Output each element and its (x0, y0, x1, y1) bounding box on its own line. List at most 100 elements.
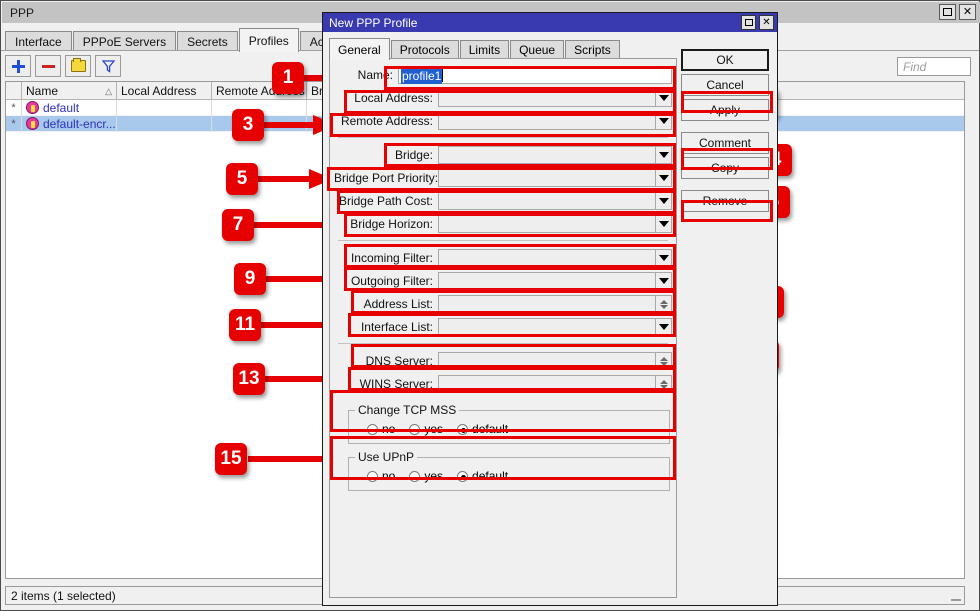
search-input[interactable]: Find (897, 57, 971, 76)
radio-icon-selected (457, 470, 469, 482)
tcp-mss-radio-no[interactable]: no (367, 422, 395, 436)
upnp-yes-label: yes (424, 469, 444, 483)
chevron-down-icon (658, 95, 669, 101)
tab-profiles[interactable]: Profiles (238, 28, 299, 52)
bridge-horizon-input[interactable] (438, 215, 655, 233)
bridge-path-cost-dropdown-button[interactable] (655, 192, 672, 210)
new-ppp-profile-dialog: New PPP Profile ✕ General Protocols Limi… (322, 12, 778, 606)
row-local-address (117, 115, 212, 132)
upnp-default-label: default (472, 469, 509, 483)
incoming-filter-input[interactable] (438, 249, 655, 267)
search-placeholder: Find (903, 59, 927, 74)
dialog-titlebar: New PPP Profile ✕ (323, 13, 777, 32)
chevron-down-icon (658, 255, 669, 261)
copy-button[interactable]: Copy (681, 157, 769, 179)
filter-button[interactable] (95, 55, 121, 77)
chevron-up-icon (659, 379, 668, 384)
use-upnp-group: Use UPnP no yes default (348, 450, 670, 491)
maximize-icon[interactable] (741, 15, 756, 30)
field-row-address-list: Address List: (334, 294, 672, 314)
tcp-mss-radio-default[interactable]: default (457, 422, 508, 436)
address-list-input[interactable] (438, 295, 655, 313)
close-icon[interactable]: ✕ (759, 15, 774, 30)
chevron-down-icon (659, 304, 668, 309)
resize-grip[interactable] (951, 599, 961, 601)
callout-badge-9: 9 (234, 263, 266, 295)
outgoing-filter-dropdown-button[interactable] (655, 272, 672, 290)
tab-limits[interactable]: Limits (459, 40, 510, 59)
add-button[interactable] (5, 55, 31, 77)
status-text: 2 items (1 selected) (11, 588, 116, 603)
tcp-mss-radio-yes[interactable]: yes (409, 422, 443, 436)
upnp-radio-default[interactable]: default (457, 469, 508, 483)
outgoing-filter-input[interactable] (438, 272, 655, 290)
ppp-window-controls: ✕ (939, 4, 976, 20)
close-icon[interactable]: ✕ (959, 4, 976, 20)
chevron-down-icon (659, 384, 668, 389)
name-input[interactable]: profile1 (398, 66, 672, 84)
incoming-filter-label: Incoming Filter: (350, 251, 433, 265)
wins-server-stepper[interactable] (655, 375, 672, 393)
upnp-no-label: no (382, 469, 396, 483)
divider (338, 137, 668, 138)
remote-address-input[interactable] (438, 112, 655, 130)
maximize-icon[interactable] (939, 4, 956, 20)
wins-server-input[interactable] (438, 375, 655, 393)
tab-scripts[interactable]: Scripts (565, 40, 620, 59)
row-local-address (117, 99, 212, 116)
change-tcp-mss-legend: Change TCP MSS (358, 403, 457, 417)
row-flag: * (6, 99, 22, 116)
interface-list-input[interactable] (438, 318, 655, 336)
bridge-port-priority-dropdown-button[interactable] (655, 169, 672, 187)
ok-button[interactable]: OK (681, 49, 769, 71)
enable-button[interactable] (65, 55, 91, 77)
local-address-input[interactable] (438, 89, 655, 107)
column-name[interactable]: Name △ (22, 82, 117, 99)
local-address-dropdown-button[interactable] (655, 89, 672, 107)
upnp-radio-yes[interactable]: yes (409, 469, 443, 483)
bridge-port-priority-input[interactable] (438, 169, 655, 187)
tab-protocols[interactable]: Protocols (390, 40, 459, 59)
incoming-filter-dropdown-button[interactable] (655, 249, 672, 267)
filter-icon (101, 59, 115, 73)
sort-ascending-icon: △ (105, 86, 112, 96)
tcp-mss-no-label: no (382, 422, 396, 436)
remote-address-dropdown-button[interactable] (655, 112, 672, 130)
dns-server-input[interactable] (438, 352, 655, 370)
dns-server-stepper[interactable] (655, 352, 672, 370)
minus-icon (41, 64, 55, 68)
radio-icon (409, 423, 421, 435)
tab-interface[interactable]: Interface (5, 31, 72, 51)
chevron-up-icon (659, 299, 668, 304)
tab-secrets[interactable]: Secrets (177, 31, 238, 51)
tab-general[interactable]: General (329, 38, 390, 60)
tab-queue[interactable]: Queue (510, 40, 565, 59)
chevron-down-icon (658, 118, 669, 124)
field-row-dns-server: DNS Server: (334, 351, 672, 371)
bridge-input[interactable] (438, 146, 655, 164)
column-flag[interactable] (6, 82, 22, 99)
comment-button[interactable]: Comment (681, 132, 769, 154)
ppp-window-title: PPP (10, 5, 35, 20)
callout-badge-3: 3 (232, 109, 264, 141)
cancel-button[interactable]: Cancel (681, 74, 769, 96)
bridge-path-cost-input[interactable] (438, 192, 655, 210)
outgoing-filter-label: Outgoing Filter: (350, 274, 433, 288)
bridge-horizon-dropdown-button[interactable] (655, 215, 672, 233)
callout-badge-11: 11 (229, 309, 261, 341)
remove-button[interactable]: Remove (681, 190, 769, 212)
remove-button[interactable] (35, 55, 61, 77)
row-name: default (22, 99, 117, 116)
bridge-dropdown-button[interactable] (655, 146, 672, 164)
address-list-stepper[interactable] (655, 295, 672, 313)
apply-button[interactable]: Apply (681, 99, 769, 121)
row-name-label: default-encr... (43, 116, 116, 131)
chevron-down-icon (658, 175, 669, 181)
wins-server-label: WINS Server: (359, 377, 433, 391)
chevron-down-icon (658, 152, 669, 158)
upnp-radio-no[interactable]: no (367, 469, 395, 483)
tab-pppoe-servers[interactable]: PPPoE Servers (72, 31, 177, 51)
interface-list-dropdown-button[interactable] (655, 318, 672, 336)
bridge-label: Bridge: (394, 148, 433, 162)
column-local-address[interactable]: Local Address (117, 82, 212, 99)
